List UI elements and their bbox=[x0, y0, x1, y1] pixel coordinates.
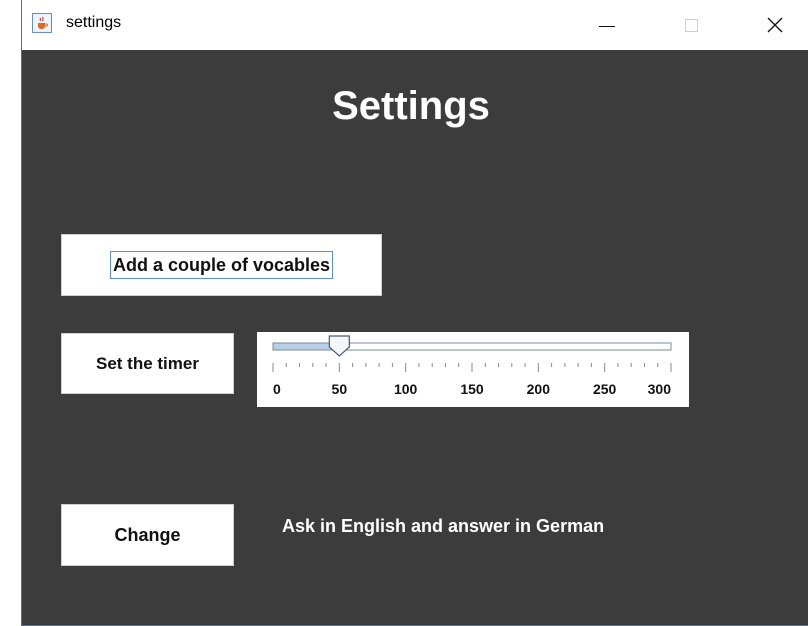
slider-label: 250 bbox=[593, 381, 617, 397]
timer-slider-graphic: 0 50 100 150 200 250 300 bbox=[272, 335, 672, 397]
settings-window: settings Settings Add a couple of vocabl… bbox=[0, 0, 808, 626]
change-label: Change bbox=[114, 524, 181, 545]
language-mode-label: Ask in English and answer in German bbox=[282, 516, 605, 536]
slider-label: 0 bbox=[273, 381, 281, 397]
add-vocables-label: Add a couple of vocables bbox=[109, 251, 334, 279]
timer-slider[interactable]: 0 50 100 150 200 250 300 bbox=[257, 332, 689, 407]
slider-label: 300 bbox=[648, 381, 672, 397]
settings-panel: Settings Add a couple of vocables Set th… bbox=[22, 50, 808, 625]
slider-label: 150 bbox=[460, 381, 484, 397]
slider-thumb bbox=[328, 335, 350, 357]
change-button[interactable]: Change bbox=[61, 504, 234, 566]
maximize-button[interactable] bbox=[668, 0, 714, 50]
java-cup-icon bbox=[32, 13, 52, 33]
set-timer-label: Set the timer bbox=[96, 353, 199, 373]
minimize-icon bbox=[599, 25, 615, 27]
slider-label: 50 bbox=[332, 381, 348, 397]
slider-label: 200 bbox=[527, 381, 551, 397]
slider-label: 100 bbox=[394, 381, 418, 397]
set-timer-button[interactable]: Set the timer bbox=[61, 333, 234, 394]
maximize-icon bbox=[684, 18, 698, 32]
close-icon bbox=[767, 17, 783, 33]
title-bar[interactable]: settings bbox=[22, 0, 808, 50]
window-title: settings bbox=[66, 14, 122, 31]
minimize-button[interactable] bbox=[584, 0, 630, 50]
page-title: Settings bbox=[332, 84, 490, 128]
close-button[interactable] bbox=[752, 0, 798, 50]
add-vocables-button[interactable]: Add a couple of vocables bbox=[61, 234, 382, 296]
